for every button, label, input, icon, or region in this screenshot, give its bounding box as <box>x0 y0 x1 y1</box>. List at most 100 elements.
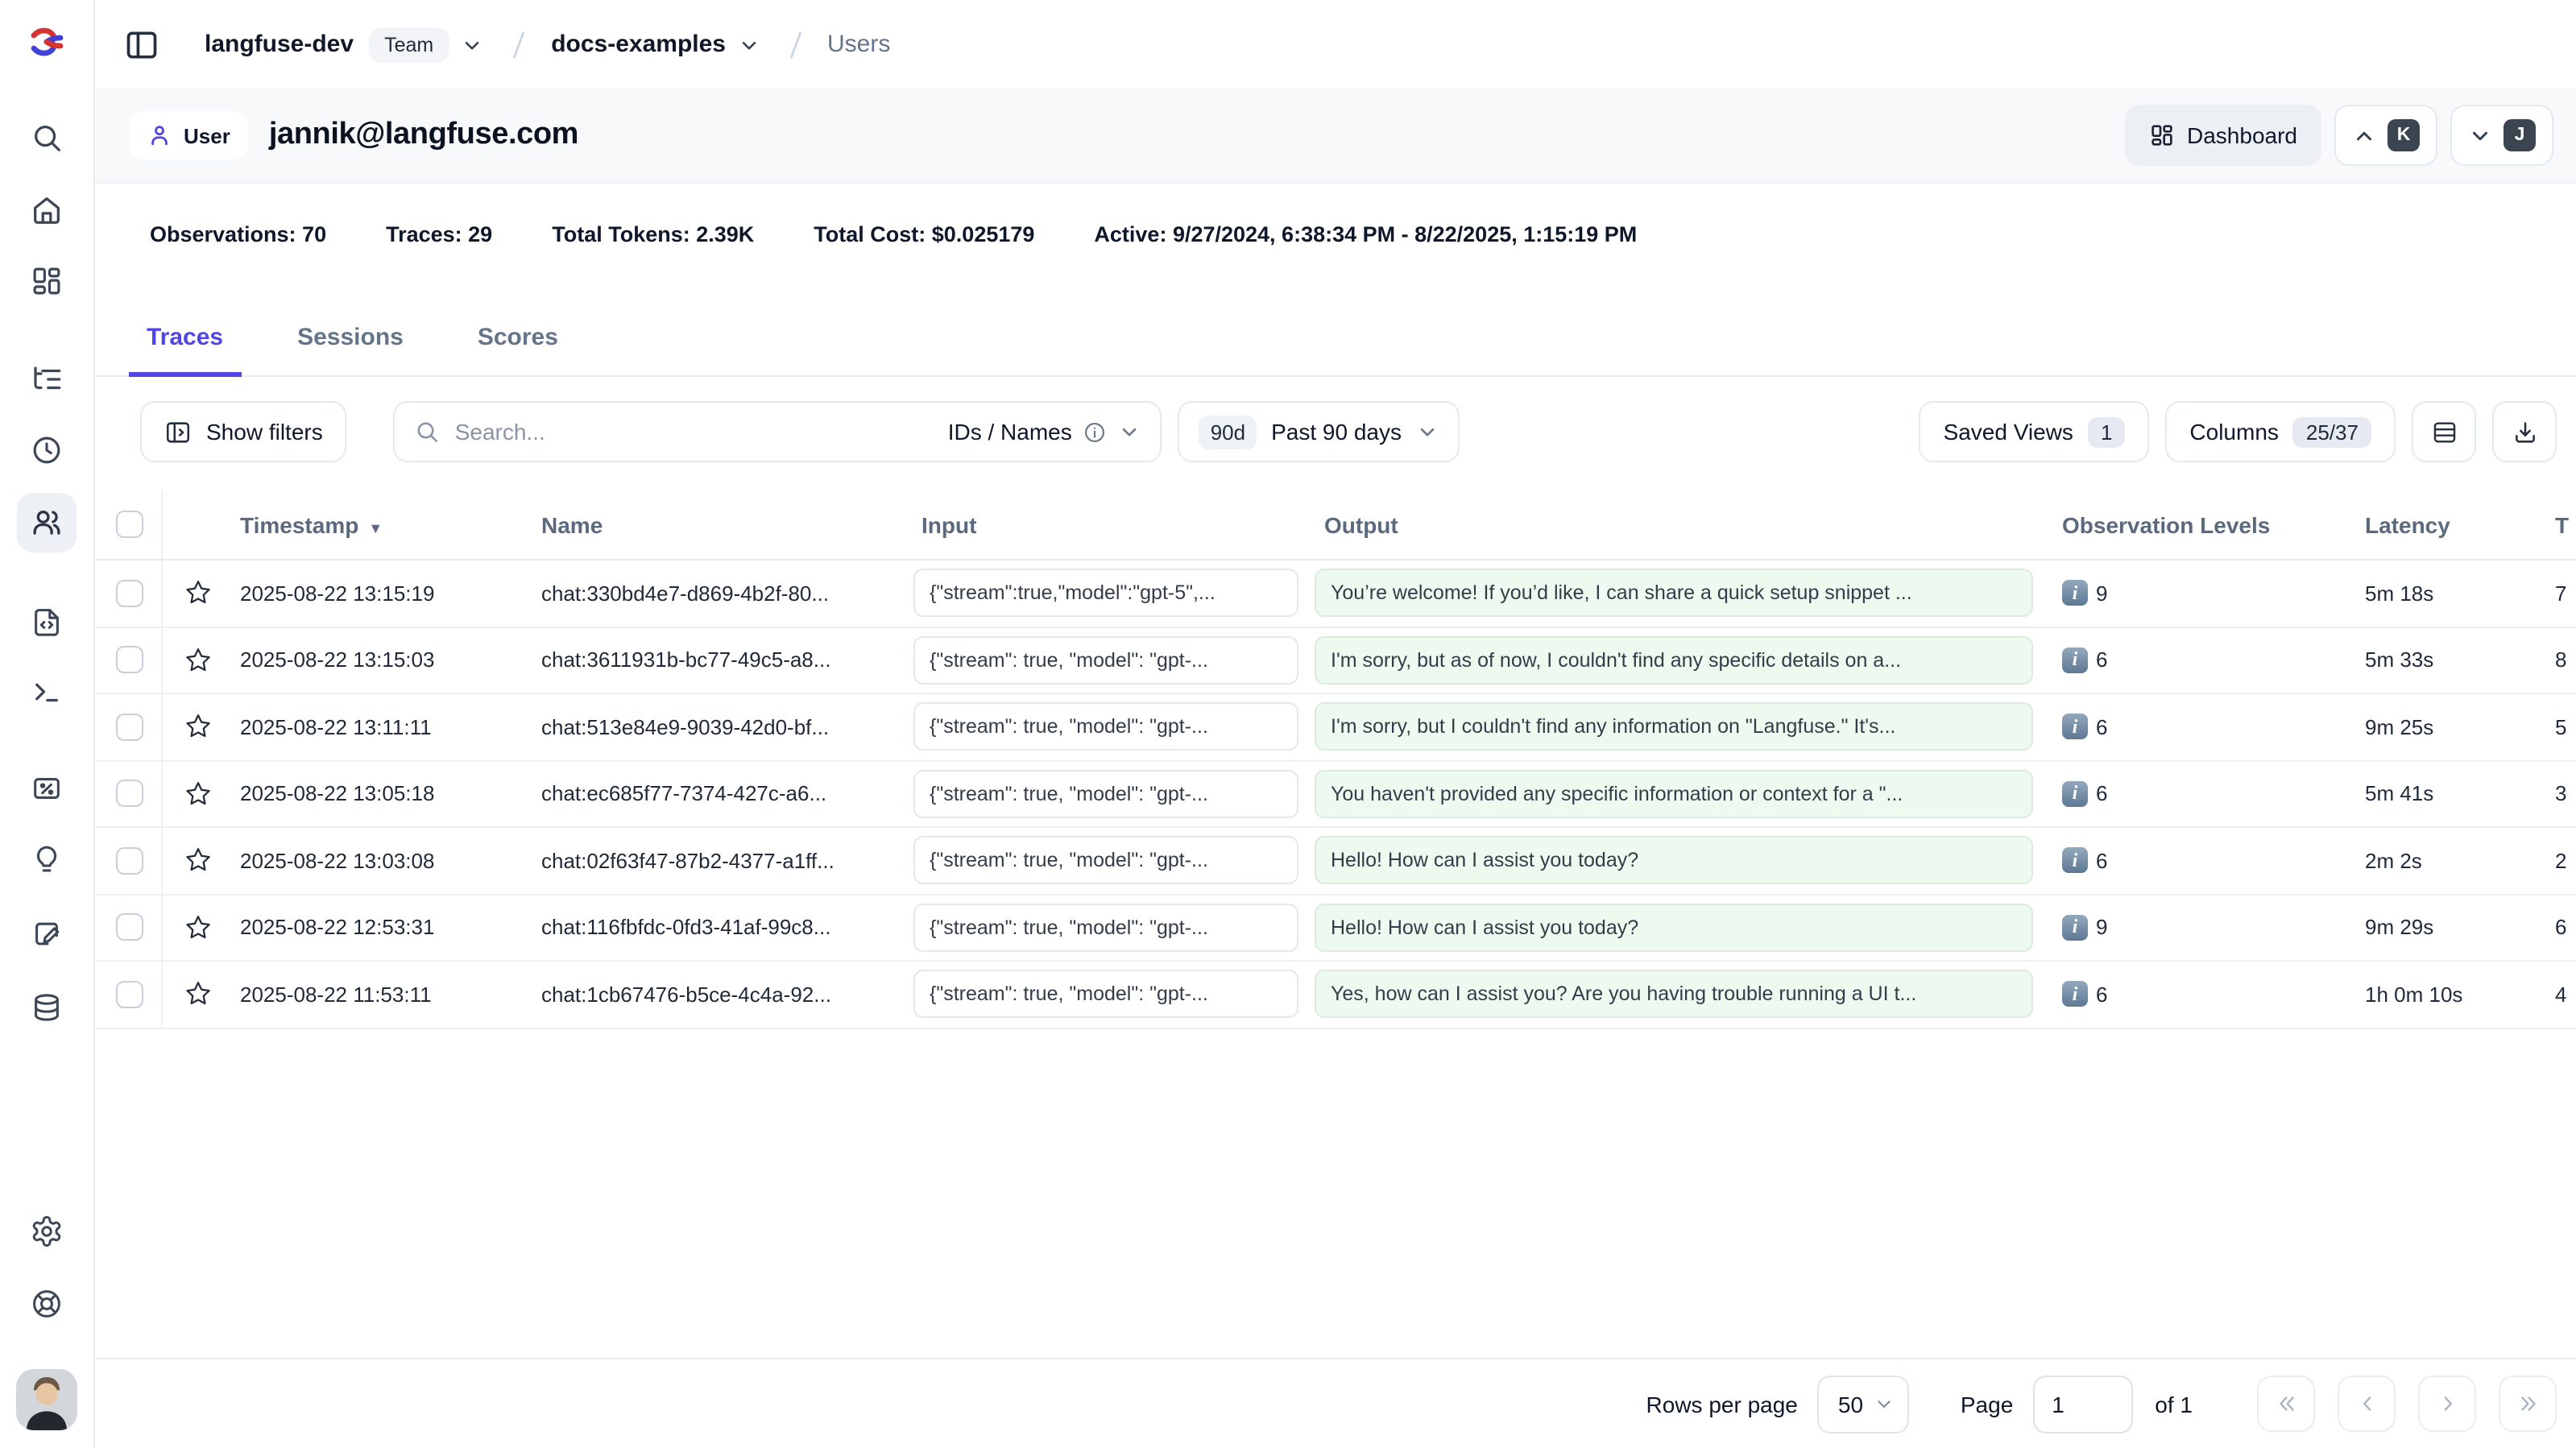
tracing-icon[interactable] <box>17 350 77 409</box>
header-latency: Latency <box>2350 511 2544 537</box>
breadcrumb-project[interactable]: docs-examples <box>551 31 726 58</box>
trace-output: Hello! How can I assist you today? <box>1315 837 2033 885</box>
pagination-bar: Rows per page 50 Page 1 of 1 <box>95 1358 2576 1448</box>
tab-scores[interactable]: Scores <box>478 324 558 375</box>
next-user-button[interactable]: J <box>2450 105 2553 166</box>
table-row[interactable]: 2025-08-22 13:11:11 chat:513e84e9-9039-4… <box>95 694 2576 761</box>
trace-output: I'm sorry, but as of now, I couldn't fin… <box>1315 636 2033 685</box>
table-row[interactable]: 2025-08-22 13:03:08 chat:02f63f47-87b2-4… <box>95 828 2576 895</box>
star-icon[interactable] <box>183 980 212 1009</box>
page-number-input[interactable]: 1 <box>2032 1375 2132 1433</box>
info-level-icon <box>2062 982 2088 1007</box>
header-timestamp[interactable]: Timestamp <box>232 511 532 537</box>
columns-button[interactable]: Columns 25/37 <box>2165 401 2396 462</box>
observation-count: 6 <box>2096 715 2107 739</box>
prev-page-button[interactable] <box>2338 1376 2396 1432</box>
row-checkbox[interactable] <box>116 580 143 607</box>
table-row[interactable]: 2025-08-22 11:53:11 chat:1cb67476-b5ce-4… <box>95 962 2576 1028</box>
search-input[interactable]: Search... IDs / Names <box>394 401 1162 462</box>
header-output: Output <box>1308 511 2052 537</box>
prompts-icon[interactable] <box>17 591 77 651</box>
search-icon[interactable] <box>17 108 77 168</box>
dashboard-button[interactable]: Dashboard <box>2124 105 2321 166</box>
annotation-queues-icon[interactable] <box>17 904 77 963</box>
row-checkbox[interactable] <box>116 847 143 875</box>
prompt-experiments-lightbulb-icon[interactable] <box>17 829 77 889</box>
trace-latency: 9m 25s <box>2350 715 2544 739</box>
select-all-checkbox[interactable] <box>116 511 143 538</box>
settings-gear-icon[interactable] <box>17 1202 77 1261</box>
header-input: Input <box>907 511 1308 537</box>
date-range-select[interactable]: 90d Past 90 days <box>1178 401 1460 462</box>
header-observation-levels: Observation Levels <box>2052 511 2350 537</box>
first-page-button[interactable] <box>2257 1376 2315 1432</box>
rows-per-page-select[interactable]: 50 <box>1817 1375 1909 1433</box>
datasets-database-icon[interactable] <box>17 978 77 1037</box>
trace-input: {"stream": true, "model": "gpt-... <box>913 770 1298 818</box>
breadcrumb: langfuse-dev Team docs-examples Users <box>95 0 2576 89</box>
star-icon[interactable] <box>183 646 212 675</box>
search-scope-label: IDs / Names <box>948 419 1072 445</box>
filters-panel-icon <box>164 418 192 445</box>
trace-input: {"stream": true, "model": "gpt-... <box>913 703 1298 751</box>
chevron-down-icon[interactable] <box>461 33 483 56</box>
info-level-icon <box>2062 848 2088 874</box>
trace-tokens-clipped: 6 <box>2544 916 2576 940</box>
shortcut-key-k: K <box>2388 119 2420 151</box>
playground-terminal-icon[interactable] <box>17 662 77 722</box>
trace-name: chat:ec685f77-7374-427c-a6... <box>532 782 907 806</box>
trace-tokens-clipped: 4 <box>2544 983 2576 1007</box>
users-icon[interactable] <box>17 493 77 552</box>
table-row[interactable]: 2025-08-22 13:05:18 chat:ec685f77-7374-4… <box>95 761 2576 828</box>
trace-output: You’re welcome! If you’d like, I can sha… <box>1315 569 2033 618</box>
shortcut-key-j: J <box>2504 119 2536 151</box>
breadcrumb-org[interactable]: langfuse-dev <box>205 31 354 58</box>
trace-latency: 5m 18s <box>2350 581 2544 606</box>
header-clipped-column: T <box>2544 511 2576 537</box>
trace-input: {"stream": true, "model": "gpt-... <box>913 636 1298 685</box>
chevrons-left-icon <box>2274 1392 2298 1416</box>
next-page-button[interactable] <box>2418 1376 2476 1432</box>
trace-latency: 9m 29s <box>2350 916 2544 940</box>
tab-sessions[interactable]: Sessions <box>297 324 404 375</box>
trace-output: I'm sorry, but I couldn't find any infor… <box>1315 703 2033 751</box>
support-lifebuoy-icon[interactable] <box>17 1274 77 1334</box>
row-height-button[interactable] <box>2412 401 2476 462</box>
star-icon[interactable] <box>183 913 212 942</box>
chevron-down-icon[interactable] <box>737 33 760 56</box>
saved-views-button[interactable]: Saved Views 1 <box>1920 401 2150 462</box>
row-checkbox[interactable] <box>116 780 143 808</box>
search-scope-select[interactable]: IDs / Names <box>948 419 1141 445</box>
langfuse-logo-icon[interactable] <box>29 26 64 66</box>
trace-timestamp: 2025-08-22 13:05:18 <box>232 782 532 806</box>
row-checkbox[interactable] <box>116 714 143 741</box>
export-button[interactable] <box>2492 401 2557 462</box>
show-filters-label: Show filters <box>206 419 323 445</box>
home-icon[interactable] <box>17 180 77 240</box>
row-checkbox[interactable] <box>116 914 143 941</box>
dashboards-icon[interactable] <box>17 251 77 311</box>
page-label: Page <box>1961 1391 2013 1417</box>
table-row[interactable]: 2025-08-22 13:15:19 chat:330bd4e7-d869-4… <box>95 561 2576 627</box>
row-checkbox[interactable] <box>116 647 143 674</box>
row-checkbox[interactable] <box>116 981 143 1008</box>
table-row[interactable]: 2025-08-22 12:53:31 chat:116fbfdc-0fd3-4… <box>95 895 2576 962</box>
trace-input: {"stream": true, "model": "gpt-... <box>913 837 1298 885</box>
star-icon[interactable] <box>183 579 212 608</box>
tab-traces[interactable]: Traces <box>147 324 223 375</box>
user-avatar[interactable] <box>16 1369 77 1430</box>
star-icon[interactable] <box>183 846 212 875</box>
chevron-up-icon <box>2352 123 2376 147</box>
star-icon[interactable] <box>183 713 212 742</box>
evaluation-icon[interactable] <box>17 759 77 818</box>
table-row[interactable]: 2025-08-22 13:15:03 chat:3611931b-bc77-4… <box>95 627 2576 694</box>
date-range-label: Past 90 days <box>1271 419 1402 445</box>
trace-name: chat:1cb67476-b5ce-4c4a-92... <box>532 983 907 1007</box>
prev-user-button[interactable]: K <box>2334 105 2437 166</box>
columns-label: Columns <box>2189 419 2279 445</box>
sessions-clock-icon[interactable] <box>17 420 77 480</box>
last-page-button[interactable] <box>2499 1376 2557 1432</box>
show-filters-button[interactable]: Show filters <box>140 401 347 462</box>
star-icon[interactable] <box>183 780 212 809</box>
sidebar-toggle-icon[interactable] <box>124 27 159 62</box>
